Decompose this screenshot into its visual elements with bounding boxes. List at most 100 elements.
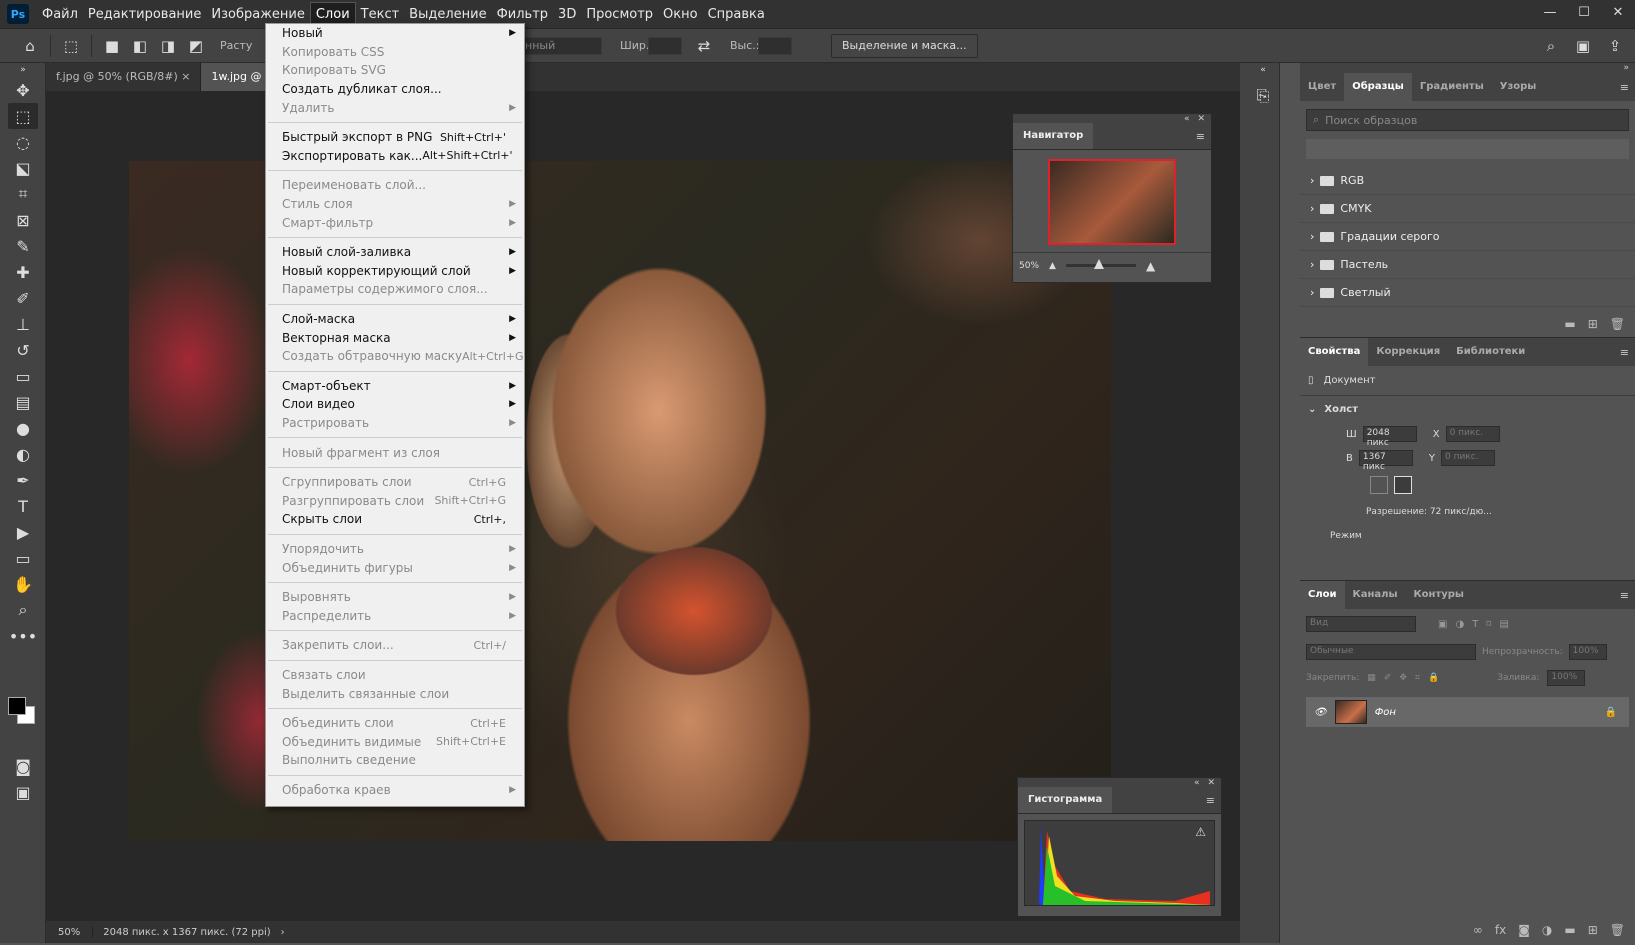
swatch-search[interactable]: ⌕ Поиск образцов xyxy=(1306,109,1629,131)
close-icon[interactable]: ✕ xyxy=(1207,778,1215,788)
status-arrow-icon[interactable]: › xyxy=(281,927,285,938)
object-select-tool-icon[interactable]: ⬕ xyxy=(0,155,46,181)
dodge-tool-icon[interactable]: ◐ xyxy=(0,441,46,467)
lock-brush-icon[interactable]: ✐ xyxy=(1384,673,1392,683)
zoom-level[interactable]: 50% xyxy=(46,927,92,938)
filter-adjust-icon[interactable]: ◑ xyxy=(1455,619,1464,630)
canvas-section[interactable]: ⌄ Холст xyxy=(1300,396,1635,422)
menu-item[interactable]: Слой-маска ▶ xyxy=(266,310,524,329)
eye-icon[interactable]: 👁 xyxy=(1314,707,1327,718)
menu-item[interactable]: Объединить фигуры ▶ xyxy=(266,558,524,577)
color-chips[interactable] xyxy=(8,683,40,724)
history-icon[interactable]: ⎘ xyxy=(1240,83,1286,109)
collapse-icon[interactable]: « xyxy=(1194,778,1200,788)
panel-menu-icon[interactable]: ≡ xyxy=(1196,130,1205,143)
height-field[interactable] xyxy=(758,37,792,55)
marquee-tool-icon[interactable]: ⬚ xyxy=(8,103,38,129)
menu-window[interactable]: Окно xyxy=(658,3,703,26)
tab-gradients[interactable]: Градиенты xyxy=(1412,73,1492,101)
menu-item[interactable]: Экспортировать как... Alt+Shift+Ctrl+' xyxy=(266,147,524,166)
mask-icon[interactable]: ◙ xyxy=(1518,923,1530,937)
menu-item[interactable]: Закрепить слои... Ctrl+/ xyxy=(266,636,524,655)
link-icon[interactable]: ∞ xyxy=(1473,923,1483,937)
swatch-group[interactable]: › CMYK xyxy=(1300,195,1635,223)
crop-tool-icon[interactable]: ⌗ xyxy=(0,181,46,207)
menu-item[interactable]: Удалить ▶ xyxy=(266,98,524,117)
menu-item[interactable]: Векторная маска ▶ xyxy=(266,328,524,347)
filter-shape-icon[interactable]: ⌑ xyxy=(1486,619,1491,630)
tab-adjustments[interactable]: Коррекция xyxy=(1368,338,1448,366)
lasso-tool-icon[interactable]: ◌ xyxy=(0,129,46,155)
layer-lock-icon[interactable]: 🔒 xyxy=(1605,707,1617,718)
menu-3d[interactable]: 3D xyxy=(553,3,581,26)
menu-item[interactable]: Смарт-фильтр ▶ xyxy=(266,213,524,232)
add-selection-icon[interactable]: ◧ xyxy=(126,34,154,58)
blend-mode-select[interactable]: Обычные xyxy=(1306,644,1476,660)
zoom-slider[interactable] xyxy=(1065,259,1136,269)
zoom-tool-icon[interactable]: ⌕ xyxy=(0,597,46,623)
rectangle-tool-icon[interactable]: ▭ xyxy=(0,545,46,571)
panel-menu-icon[interactable]: ≡ xyxy=(1206,794,1215,807)
menu-item[interactable]: Новый фрагмент из слоя xyxy=(266,443,524,462)
close-window-button[interactable]: ✕ xyxy=(1601,0,1635,24)
x-field[interactable]: 0 пикс. xyxy=(1445,426,1500,442)
quick-mask-icon[interactable]: ◙ xyxy=(0,753,46,779)
menu-item[interactable]: Параметры содержимого слоя... xyxy=(266,280,524,299)
menu-item[interactable]: Смарт-объект ▶ xyxy=(266,377,524,396)
width-field[interactable]: 2048 пикс xyxy=(1362,426,1417,448)
menu-file[interactable]: Файл xyxy=(37,3,83,26)
height-field[interactable]: 1367 пикс xyxy=(1358,450,1413,472)
filter-smart-icon[interactable]: ▤ xyxy=(1499,619,1508,630)
tab-libraries[interactable]: Библиотеки xyxy=(1448,338,1533,366)
type-tool-icon[interactable]: T xyxy=(0,493,46,519)
menu-item[interactable]: Разгруппировать слои Shift+Ctrl+G xyxy=(266,491,524,510)
navigator-zoom-value[interactable]: 50% xyxy=(1019,261,1039,271)
blur-tool-icon[interactable]: ● xyxy=(0,415,46,441)
navigator-preview[interactable] xyxy=(1048,159,1176,245)
maximize-button[interactable]: ☐ xyxy=(1567,0,1601,24)
menu-item[interactable]: Объединить слои Ctrl+E xyxy=(266,714,524,733)
subtract-selection-icon[interactable]: ◨ xyxy=(154,34,182,58)
menu-item[interactable]: Стиль слоя ▶ xyxy=(266,195,524,214)
minimize-button[interactable]: — xyxy=(1533,0,1567,24)
menu-item[interactable]: Объединить видимые Shift+Ctrl+E xyxy=(266,732,524,751)
tab-histogram[interactable]: Гистограмма xyxy=(1018,787,1113,813)
menu-item[interactable]: Создать обтравочную маску Alt+Ctrl+G xyxy=(266,347,524,366)
path-select-icon[interactable]: ▶ xyxy=(0,519,46,545)
stamp-tool-icon[interactable]: ⊥ xyxy=(0,311,46,337)
menu-item[interactable]: Выровнять ▶ xyxy=(266,588,524,607)
marquee-preset-icon[interactable]: ⬚ xyxy=(57,34,85,58)
slider-thumb[interactable] xyxy=(1093,259,1104,269)
trash-icon[interactable]: 🗑 xyxy=(1610,317,1625,331)
search-icon[interactable]: ⌕ xyxy=(1537,34,1565,58)
swap-icon[interactable]: ⇄ xyxy=(690,34,718,58)
menu-view[interactable]: Просмотр xyxy=(581,3,658,26)
lock-artboard-icon[interactable]: ⌗ xyxy=(1415,673,1420,683)
menu-item[interactable]: Выделить связанные слои xyxy=(266,684,524,703)
collapse-icon[interactable]: « xyxy=(1184,114,1190,124)
portrait-icon[interactable] xyxy=(1370,476,1388,494)
tab-layers[interactable]: Слои xyxy=(1300,581,1345,609)
menu-item[interactable]: Растрировать ▶ xyxy=(266,414,524,433)
tab-color[interactable]: Цвет xyxy=(1300,73,1344,101)
zoom-out-icon[interactable]: ▲ xyxy=(1049,261,1056,271)
panel-collapse-icon[interactable]: » xyxy=(1300,63,1635,73)
group-icon[interactable]: ▬ xyxy=(1564,923,1575,937)
swatch-group[interactable]: › Градации серого xyxy=(1300,223,1635,251)
menu-item[interactable]: Новый корректирующий слой ▶ xyxy=(266,262,524,281)
collapse-icon[interactable]: » xyxy=(0,63,46,77)
new-layer-icon[interactable]: ⊞ xyxy=(1588,923,1598,937)
menu-item[interactable]: Переименовать слой... xyxy=(266,176,524,195)
menu-item[interactable]: Упорядочить ▶ xyxy=(266,540,524,559)
zoom-in-icon[interactable]: ▲ xyxy=(1146,259,1155,273)
layer-row[interactable]: 👁 Фон 🔒 xyxy=(1306,697,1629,727)
panel-menu-icon[interactable]: ≡ xyxy=(1620,346,1629,359)
recent-swatches[interactable] xyxy=(1306,139,1629,159)
menu-item[interactable]: Новый слой-заливка ▶ xyxy=(266,243,524,262)
filter-pixel-icon[interactable]: ▣ xyxy=(1438,619,1447,630)
menu-item[interactable]: Связать слои xyxy=(266,666,524,685)
hand-tool-icon[interactable]: ✋ xyxy=(0,571,46,597)
expand-icon[interactable]: « xyxy=(1240,63,1286,77)
brush-tool-icon[interactable]: ✐ xyxy=(0,285,46,311)
layer-filter[interactable]: Вид xyxy=(1306,616,1416,632)
